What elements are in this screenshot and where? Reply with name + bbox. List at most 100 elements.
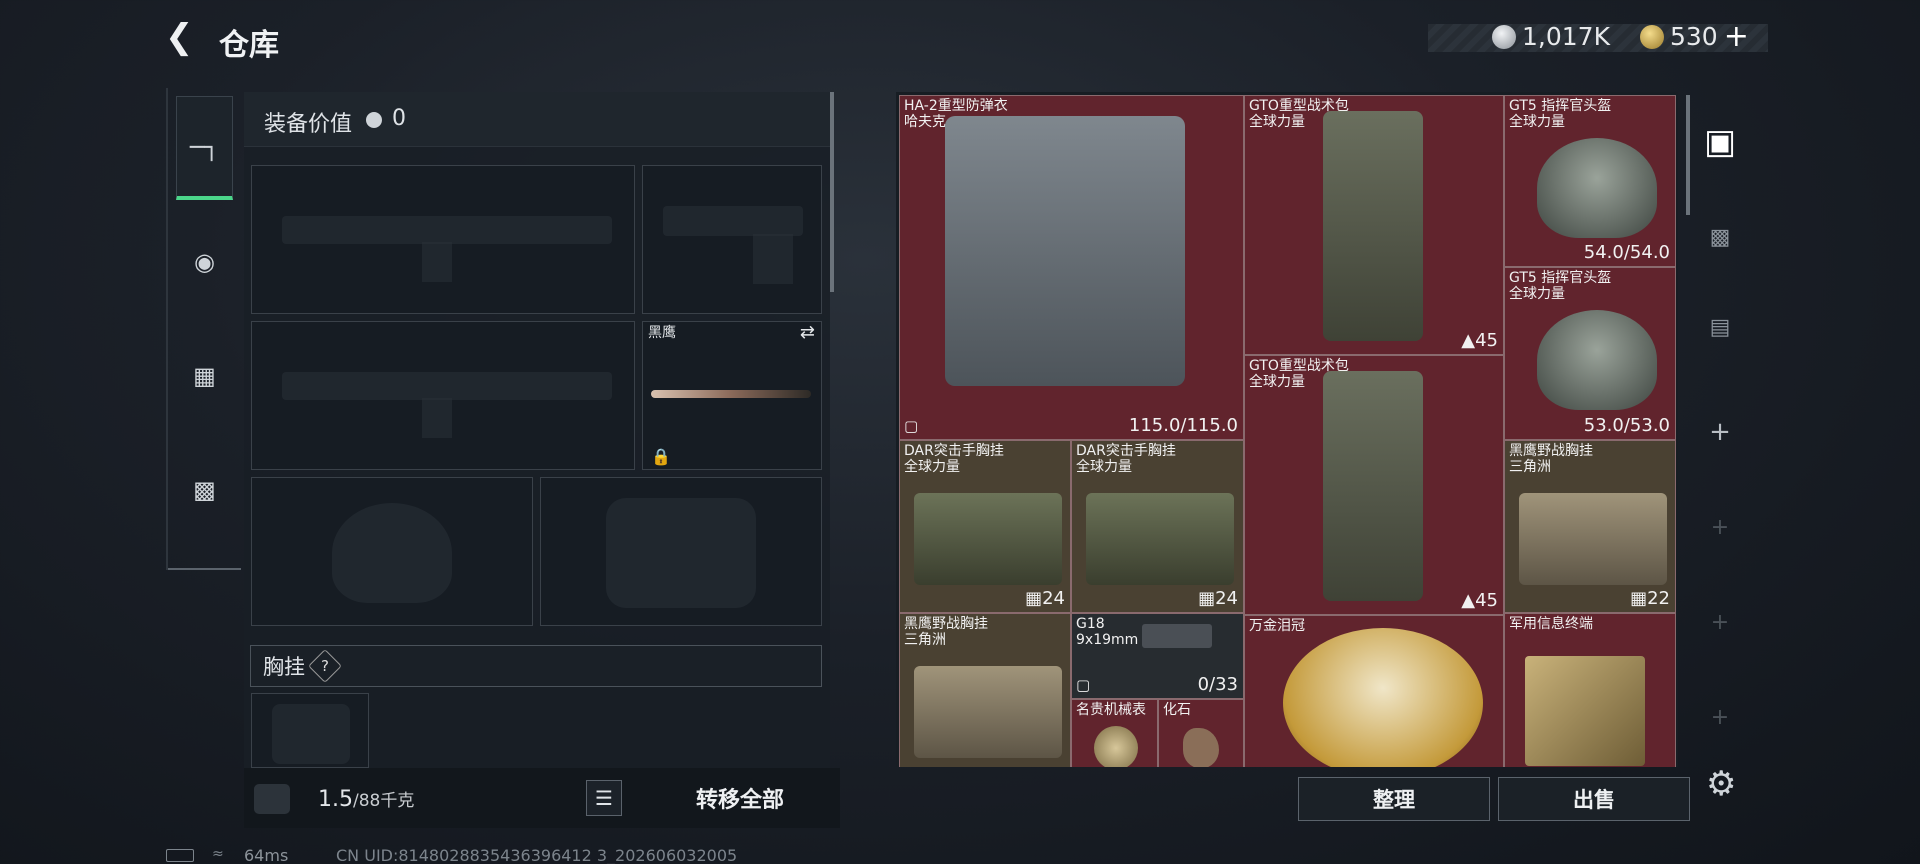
rifle-grip — [422, 398, 452, 438]
item-capacity: ▦24 — [1025, 588, 1065, 609]
chest-rig-slot[interactable] — [251, 693, 369, 768]
tab-helmet[interactable]: ◉ — [176, 210, 233, 314]
stash-tabs: ▣ ▩ ▤ + + + + — [1686, 92, 1754, 832]
add-stash-tab[interactable]: + — [1686, 587, 1754, 657]
item-capacity: ▲45 — [1461, 590, 1498, 611]
item-title: DAR突击手胸挂 — [1076, 443, 1176, 459]
equipment-scrollbar[interactable] — [830, 92, 834, 292]
help-icon[interactable]: ? — [308, 649, 342, 683]
item-title: 黑鹰野战胸挂 — [904, 616, 988, 632]
capacity-value: 45 — [1475, 330, 1498, 351]
tab-stash-main[interactable]: ▣ — [1686, 107, 1754, 177]
briefcase-icon: ▩ — [193, 476, 216, 504]
rifle-grip — [422, 242, 452, 282]
add-stash-tab[interactable]: + — [1686, 397, 1754, 467]
stash-item-armor[interactable]: HA-2重型防弹衣 哈夫克 ▢ 115.0/115.0 — [899, 95, 1244, 440]
item-name: 名贵机械表 — [1076, 702, 1146, 718]
backpack-icon: ▦ — [193, 362, 216, 390]
tab-case[interactable]: ▩ — [176, 438, 233, 542]
crown-image — [1283, 628, 1483, 767]
primary-weapon-slot[interactable] — [251, 165, 635, 314]
stash-item-pistol[interactable]: G18 9x19mm ▢ 0/33 — [1071, 613, 1244, 699]
add-gold-button[interactable]: + — [1724, 21, 1749, 51]
armor-silhouette-icon — [606, 498, 756, 608]
pistol-icon: ─┐ — [190, 132, 219, 161]
back-arrow-icon[interactable]: ❮ — [165, 20, 199, 54]
watch-image — [1094, 726, 1138, 767]
page-title: 仓库 — [219, 28, 279, 63]
plus-icon: + — [1710, 704, 1730, 730]
stash-item-chest-rig[interactable]: 黑鹰野战胸挂 三角洲 ▦22 — [1504, 440, 1676, 613]
gold-currency: 530 + — [1640, 21, 1749, 51]
silver-coin-icon — [1492, 24, 1516, 49]
stash-item-crown[interactable]: 万金泪冠 — [1244, 615, 1504, 767]
item-name: 黑鹰野战胸挂 三角洲 — [1509, 443, 1593, 475]
uid-text: CN UID:8148028835436396412 3_20260603200… — [336, 846, 738, 864]
plus-icon: + — [1709, 417, 1731, 447]
rifle-silhouette-icon — [282, 372, 612, 400]
item-ammo: 0/33 — [1197, 674, 1238, 695]
add-stash-tab[interactable]: + — [1686, 492, 1754, 562]
stash-item-chest-rig[interactable]: DAR突击手胸挂 全球力量 ▦24 — [899, 440, 1071, 613]
tab-weapons[interactable]: ─┐ — [176, 96, 233, 200]
sort-button[interactable]: 整理 — [1298, 777, 1490, 821]
transfer-all-button[interactable]: 转移全部 — [650, 772, 830, 824]
silver-amount: 1,017K — [1522, 22, 1610, 51]
item-durability: 53.0/53.0 — [1583, 415, 1670, 436]
armor-slot[interactable] — [540, 477, 822, 626]
item-name: 万金泪冠 — [1249, 618, 1305, 634]
pistol-image — [1142, 624, 1212, 648]
item-title: DAR突击手胸挂 — [904, 443, 1004, 459]
item-durability: 54.0/54.0 — [1583, 242, 1670, 263]
backpack-image — [1323, 111, 1423, 341]
item-brand: 全球力量 — [1249, 374, 1305, 390]
secondary-weapon-slot[interactable] — [251, 321, 635, 470]
stash-item-watch[interactable]: 名贵机械表 — [1071, 699, 1158, 767]
swap-icon[interactable]: ⇄ — [800, 324, 815, 342]
stash-item-terminal[interactable]: 军用信息终端 — [1504, 613, 1676, 767]
tabs-divider — [168, 568, 241, 570]
rifle-silhouette-icon — [282, 216, 612, 244]
stash-item-fossil[interactable]: 化石 — [1158, 699, 1244, 767]
list-view-icon[interactable]: ☰ — [586, 780, 622, 816]
item-name: DAR突击手胸挂 全球力量 — [904, 443, 1004, 475]
silver-currency: 1,017K — [1492, 22, 1610, 51]
stash-item-helmet[interactable]: GT5 指挥官头盔 全球力量 54.0/54.0 — [1504, 95, 1676, 267]
value-coin-icon — [366, 112, 382, 128]
tab-backpack[interactable]: ▦ — [176, 324, 233, 428]
helmet-icon: ◉ — [194, 248, 215, 276]
settings-gear-icon[interactable]: ⚙ — [1706, 764, 1736, 804]
item-brand: 全球力量 — [904, 459, 960, 475]
stash-item-backpack[interactable]: GTO重型战术包 全球力量 ▲45 — [1244, 95, 1504, 355]
item-name: 黑鹰野战胸挂 三角洲 — [904, 616, 988, 648]
knife-image — [651, 390, 811, 398]
melee-slot[interactable]: 黑鹰 ⇄ 🔒 — [642, 321, 822, 470]
capacity-value: 24 — [1215, 588, 1238, 609]
tab-stash-2[interactable]: ▩ — [1686, 202, 1754, 272]
folder-icon: ▤ — [1709, 314, 1731, 340]
item-name: GT5 指挥官头盔 全球力量 — [1509, 270, 1611, 302]
chest-rig-silhouette-icon — [272, 704, 350, 764]
stash-item-helmet[interactable]: GT5 指挥官头盔 全球力量 53.0/53.0 — [1504, 267, 1676, 440]
stash-item-chest-rig[interactable]: 黑鹰野战胸挂 三角洲 — [899, 613, 1071, 767]
equipment-value-label: 装备价值 — [264, 112, 353, 137]
item-brand: 三角洲 — [904, 632, 946, 648]
item-brand: 全球力量 — [1509, 114, 1565, 130]
helmet-slot[interactable] — [251, 477, 533, 626]
storage-icon: ▩ — [1709, 224, 1731, 250]
helmet-silhouette-icon — [332, 503, 452, 603]
chest-rig-section-header: 胸挂 ? — [250, 645, 822, 687]
sell-button[interactable]: 出售 — [1498, 777, 1690, 821]
pistol-slot[interactable] — [642, 165, 822, 314]
stash-item-backpack[interactable]: GTO重型战术包 全球力量 ▲45 — [1244, 355, 1504, 615]
melee-name: 黑鹰 — [648, 325, 676, 341]
stash-box-icon: ▣ — [1703, 122, 1737, 162]
add-stash-tab[interactable]: + — [1686, 682, 1754, 752]
pistol-grip — [753, 234, 793, 284]
item-brand: 三角洲 — [1509, 459, 1551, 475]
terminal-image — [1525, 656, 1645, 766]
stash-item-chest-rig[interactable]: DAR突击手胸挂 全球力量 ▦24 — [1071, 440, 1244, 613]
capacity-value: 45 — [1475, 590, 1498, 611]
lock-icon: 🔒 — [651, 447, 671, 466]
tab-stash-3[interactable]: ▤ — [1686, 292, 1754, 362]
